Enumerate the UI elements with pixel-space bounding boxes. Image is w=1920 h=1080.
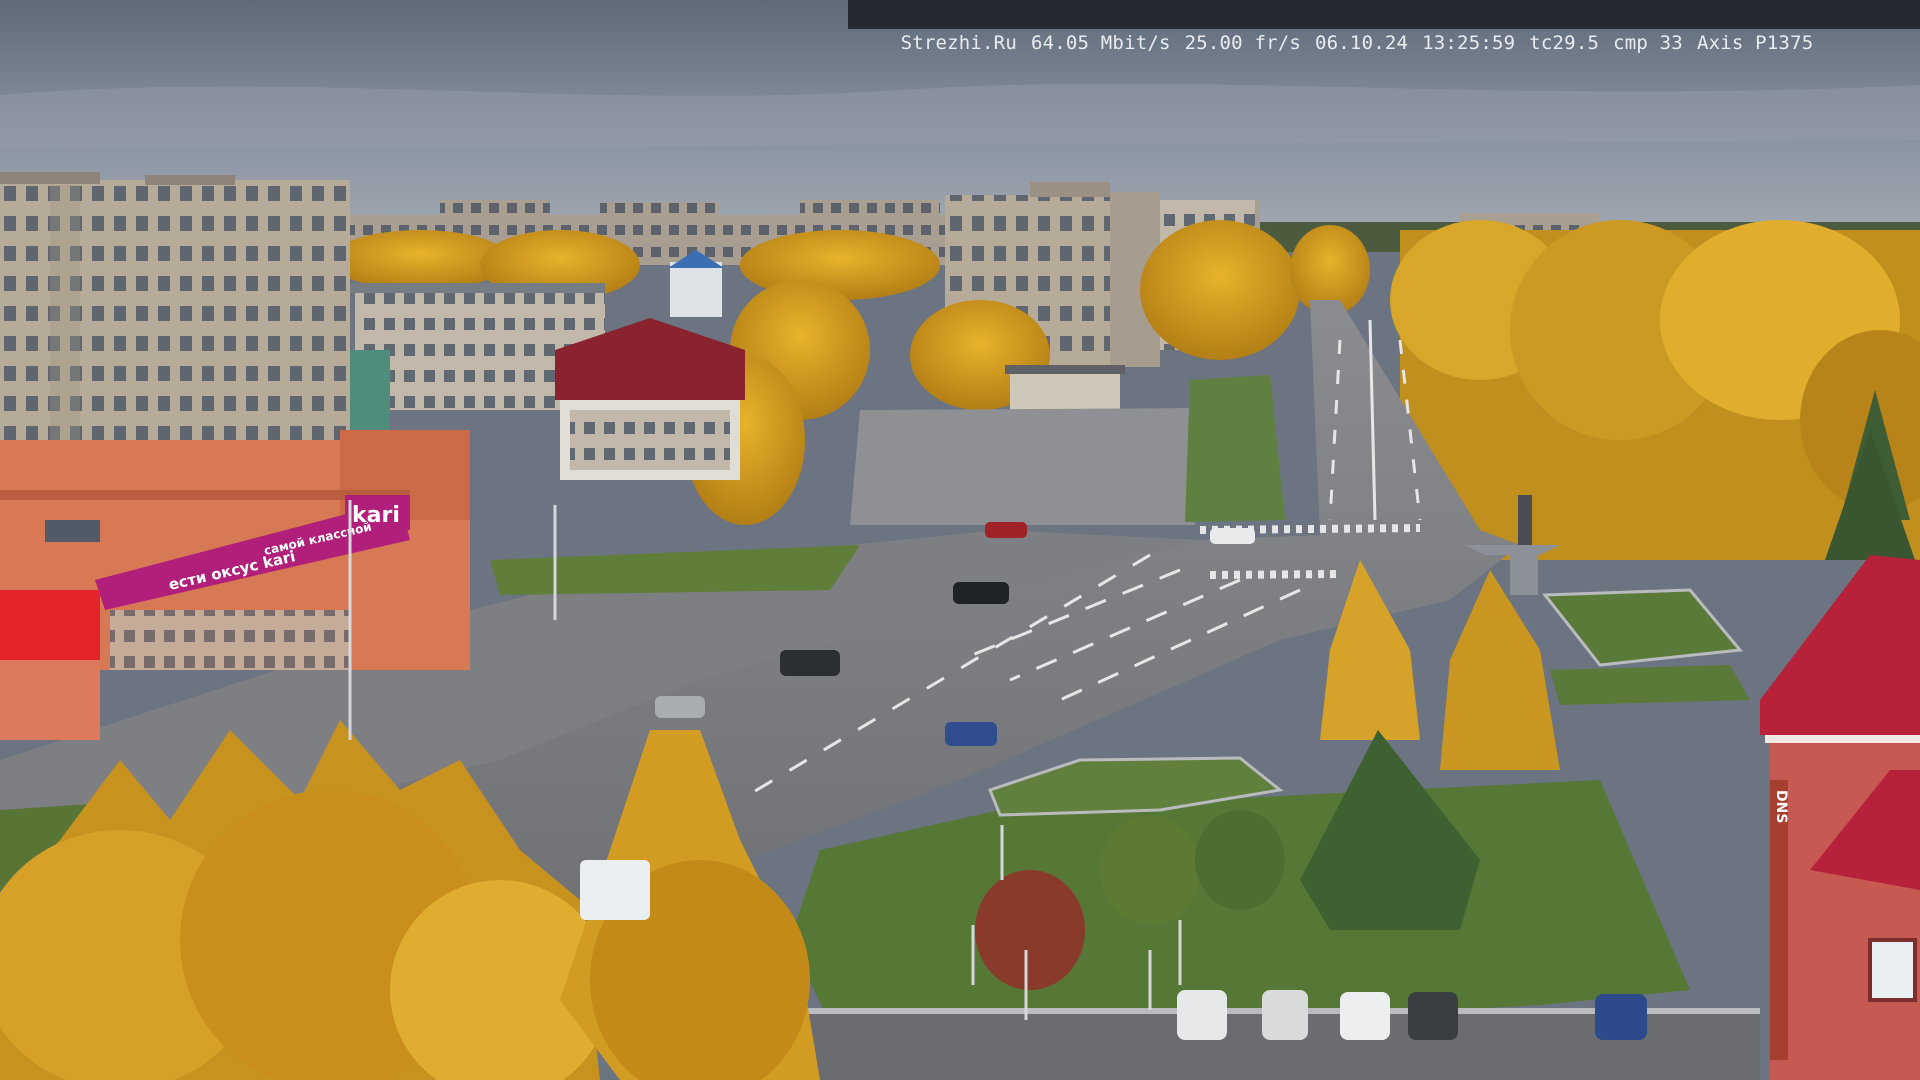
overlay-date: 06.10.24 bbox=[1315, 32, 1409, 54]
overlay-bitrate: 64.05 Mbit/s bbox=[1030, 32, 1171, 54]
avenue-median bbox=[1185, 375, 1285, 522]
overlay-cmp: cmp 33 bbox=[1613, 32, 1683, 54]
right-building-sign: DNS bbox=[1773, 790, 1789, 823]
central-plaza bbox=[850, 408, 1200, 525]
overlay-site: Strezhi.Ru bbox=[900, 32, 1017, 54]
overlay-camera-model: Axis P1375 bbox=[1696, 32, 1814, 54]
overlay-framerate: 25.00 fr/s bbox=[1184, 32, 1302, 54]
street-scene: kari ести оксус kari самой классной DNS bbox=[0, 0, 1920, 1080]
camera-info-overlay: Strezhi.Ru 64.05 Mbit/s 25.00 fr/s 06.10.24… bbox=[848, 0, 1920, 54]
right-tree-row bbox=[1390, 220, 1920, 560]
clouds bbox=[0, 83, 1920, 150]
overlay-time: 13:25:59 bbox=[1422, 32, 1516, 54]
overlay-tc: tc29.5 bbox=[1529, 32, 1600, 54]
left-lawn bbox=[490, 545, 860, 595]
right-median-lawn bbox=[1541, 588, 1743, 667]
right-median-lawn-2 bbox=[1550, 665, 1750, 705]
webcam-frame: kari ести оксус kari самой классной DNS bbox=[0, 0, 1920, 1080]
